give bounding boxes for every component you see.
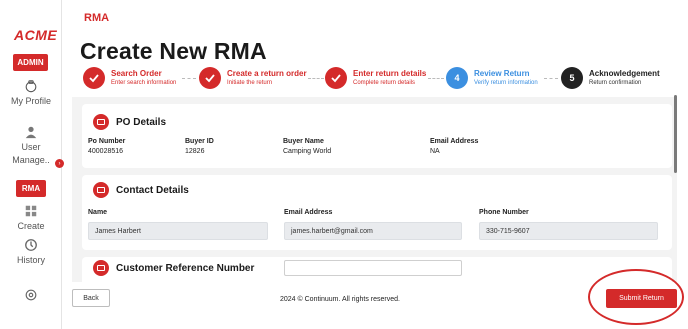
step-subtitle: Initiate the return [227, 80, 273, 86]
create-grid-icon [25, 205, 37, 217]
field-value: 12826 [185, 148, 205, 155]
document-icon [93, 260, 109, 276]
step-subtitle: Enter search information [111, 80, 177, 86]
step-title: Search Order [111, 69, 162, 78]
card-title: PO Details [116, 116, 167, 128]
document-icon [93, 182, 109, 198]
step-subtitle: Complete return details [353, 80, 416, 86]
back-button[interactable]: Back [72, 289, 110, 307]
user-manage-icon [25, 126, 37, 139]
settings-icon [25, 289, 37, 301]
step-enter-return-details: Enter return details Complete return det… [325, 67, 426, 89]
field-label: Email Address [284, 209, 333, 216]
step-create-return-order: Create a return order Initiate the retur… [199, 67, 307, 89]
field-label: Po Number [88, 138, 126, 145]
field-value: 400028516 [88, 148, 124, 155]
step-connector [308, 78, 324, 79]
sidebar-collapse-toggle[interactable]: › [55, 159, 64, 168]
step-connector [182, 78, 196, 79]
field-value: NA [430, 148, 440, 155]
step-acknowledgement: 5 Acknowledgement Return confirmation [561, 67, 660, 89]
check-icon [83, 67, 105, 89]
app-brand: RMA [84, 12, 110, 24]
submit-return-button[interactable]: Submit Return [606, 289, 677, 308]
step-title: Review Return [474, 69, 530, 78]
step-subtitle: Return confirmation [589, 80, 642, 86]
sidebar: ACME ADMIN My Profile User Manage.. › RM… [0, 0, 64, 329]
sidebar-item-user-manage[interactable]: User Manage.. [0, 125, 62, 167]
po-details-card: PO Details Po Number 400028516 Buyer ID … [82, 104, 672, 168]
step-title: Create a return order [227, 69, 307, 78]
step-search-order: Search Order Enter search information [83, 67, 176, 89]
sidebar-item-settings[interactable] [0, 288, 62, 304]
customer-reference-card: Customer Reference Number [82, 257, 672, 282]
step-subtitle: Verify return information [474, 80, 538, 86]
field-value: Camping World [283, 148, 332, 155]
step-title: Acknowledgement [589, 69, 660, 78]
step-number: 5 [561, 67, 583, 89]
sidebar-item-rma[interactable]: RMA [16, 180, 46, 197]
sidebar-item-label: History [16, 255, 45, 265]
card-title: Contact Details [116, 184, 189, 196]
acme-logo: ACME [14, 27, 58, 43]
contact-details-card: Contact Details Name James Harbert Email… [82, 175, 672, 250]
content-scrollbar[interactable] [674, 95, 677, 173]
step-connector [428, 78, 444, 79]
step-title: Enter return details [353, 69, 427, 78]
review-content-panel: PO Details Po Number 400028516 Buyer ID … [72, 97, 677, 282]
sidebar-item-create[interactable]: Create [0, 204, 62, 233]
customer-reference-input[interactable] [284, 260, 462, 276]
profile-icon [25, 80, 37, 93]
field-label: Phone Number [479, 209, 529, 216]
field-label: Name [88, 209, 108, 216]
copyright-text: 2024 © Continuum. All rights reserved. [280, 296, 400, 303]
name-field[interactable]: James Harbert [88, 222, 268, 240]
sidebar-item-my-profile[interactable]: My Profile [0, 79, 62, 108]
sidebar-item-label: Create [17, 221, 45, 231]
sidebar-item-label: User Manage.. [12, 142, 50, 165]
history-icon [25, 239, 37, 251]
document-icon [93, 114, 109, 130]
admin-badge: ADMIN [13, 54, 48, 71]
field-label: Email Address [430, 138, 479, 145]
email-field[interactable]: james.harbert@gmail.com [284, 222, 462, 240]
check-icon [199, 67, 221, 89]
phone-field[interactable]: 330-715-9607 [479, 222, 658, 240]
page-title: Create New RMA [80, 38, 267, 64]
field-label: Buyer ID [185, 138, 214, 145]
check-icon [325, 67, 347, 89]
step-review-return: 4 Review Return Verify return informatio… [446, 67, 538, 89]
sidebar-item-history[interactable]: History [0, 238, 62, 267]
step-connector [544, 78, 558, 79]
step-number: 4 [446, 67, 468, 89]
field-label: Buyer Name [283, 138, 324, 145]
sidebar-item-label: My Profile [11, 96, 52, 106]
card-title: Customer Reference Number [116, 262, 255, 274]
